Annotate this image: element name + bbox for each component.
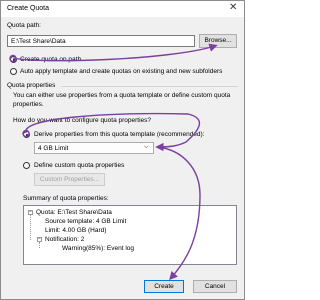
create-quota-dialog: Create Quota ✕ Quota path: E:\Test Share… — [0, 0, 245, 300]
chevron-down-icon: ⌵ — [144, 144, 149, 150]
summary-item-limit: Limit: 4.00 GB (Hard) — [45, 227, 107, 234]
quota-path-label: Quota path: — [7, 22, 41, 29]
quota-properties-heading: Quota properties — [7, 82, 56, 89]
create-button[interactable]: Create — [144, 280, 184, 293]
summary-item-source: Source template: 4 GB Limit — [45, 218, 127, 225]
template-select[interactable]: 4 GB Limit ⌵ — [34, 142, 154, 154]
group-divider — [61, 86, 238, 87]
summary-item-warning: Warning(85%): Event log — [62, 245, 135, 252]
summary-tree[interactable]: − Quota: E:\Test Share\Data Source templ… — [23, 205, 237, 265]
derive-template-radio[interactable] — [23, 131, 30, 138]
summary-root: Quota: E:\Test Share\Data — [36, 209, 112, 216]
custom-properties-button[interactable]: Custom Properties... — [34, 173, 105, 186]
browse-button[interactable]: Browse... — [199, 34, 237, 48]
auto-apply-radio[interactable] — [10, 68, 17, 75]
title-bar: Create Quota ✕ — [1, 1, 244, 17]
auto-apply-label: Auto apply template and create quotas on… — [20, 68, 223, 75]
window-title: Create Quota — [7, 5, 50, 12]
configure-question: How do you want to configure quota prope… — [13, 117, 152, 124]
close-icon[interactable]: ✕ — [229, 3, 237, 13]
tree-line — [39, 242, 40, 248]
summary-item-notification: Notification: 2 — [45, 236, 85, 243]
quota-path-input[interactable]: E:\Test Share\Data — [7, 35, 195, 47]
custom-properties-label: Define custom quota properties — [34, 162, 125, 169]
summary-label: Summary of quota properties: — [23, 195, 109, 202]
custom-properties-radio[interactable] — [23, 162, 30, 169]
derive-template-label: Derive properties from this quota templa… — [34, 131, 205, 138]
create-on-path-label: Create quota on path — [20, 56, 82, 63]
cancel-button[interactable]: Cancel — [193, 280, 237, 293]
template-selected-value: 4 GB Limit — [38, 145, 69, 152]
properties-description: You can either use properties from a quo… — [13, 92, 231, 108]
quota-path-value: E:\Test Share\Data — [11, 38, 66, 45]
tree-line — [30, 215, 31, 240]
create-on-path-radio[interactable] — [10, 56, 17, 63]
